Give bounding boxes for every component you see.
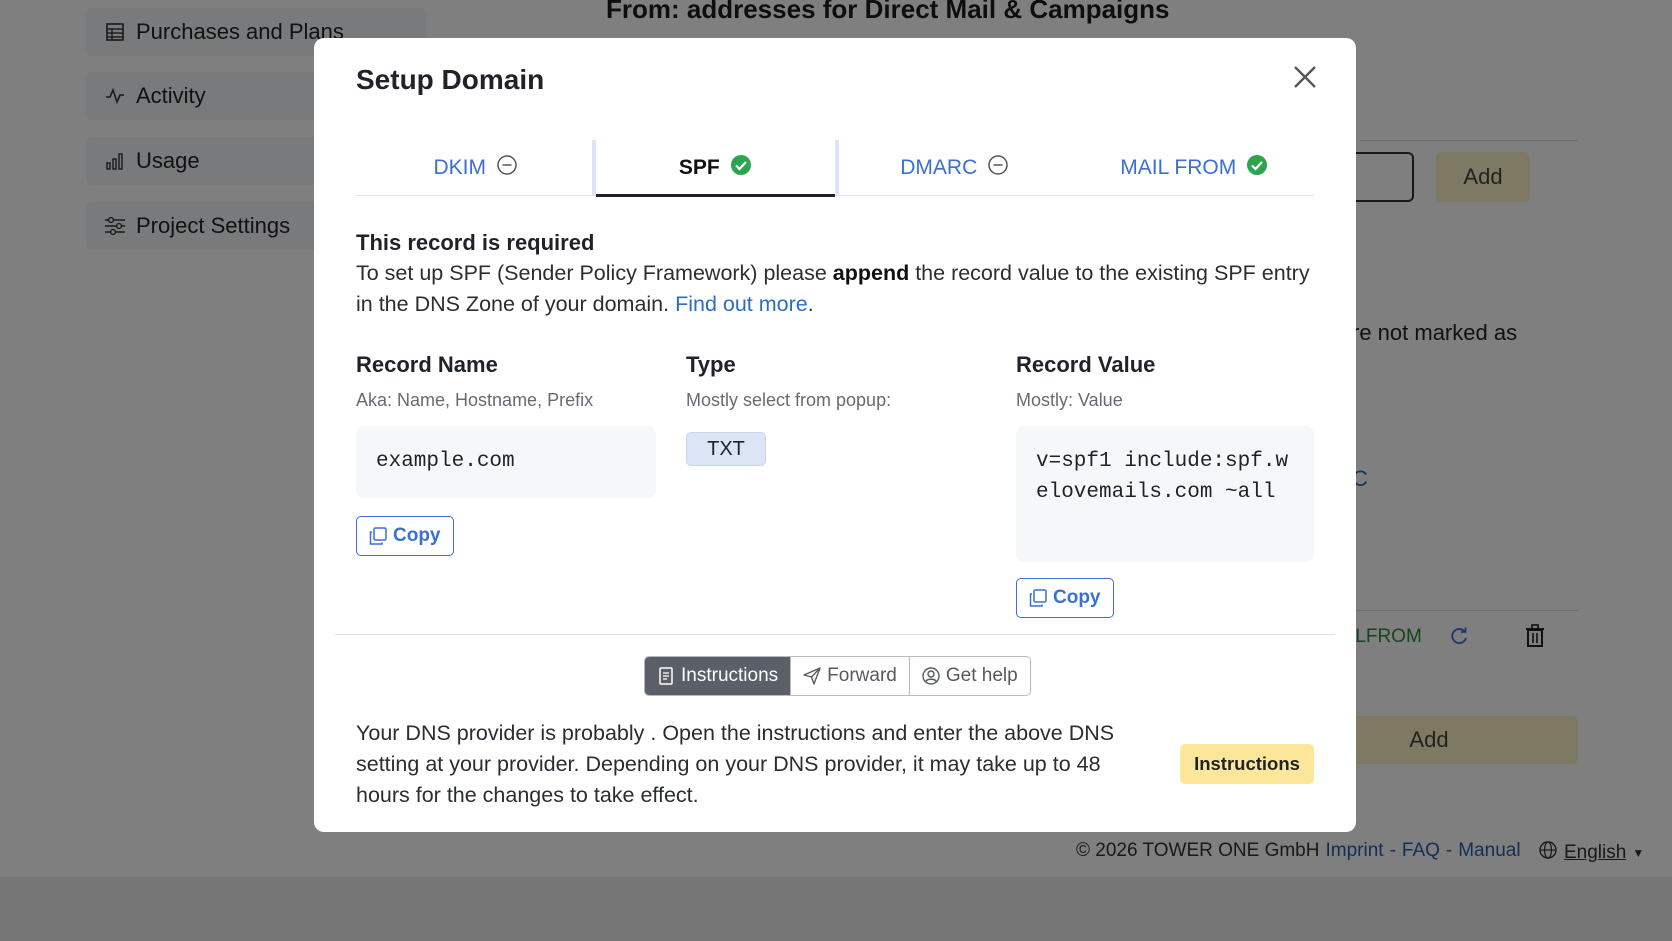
description-text: . — [807, 292, 814, 316]
tab-label: DMARC — [900, 155, 978, 179]
record-value-value[interactable]: v=spf1 include:spf.welovemails.com ~all — [1016, 426, 1314, 562]
copy-label: Copy — [1053, 587, 1101, 608]
type-hint: Mostly select from popup: — [686, 390, 892, 410]
record-name-value[interactable]: example.com — [356, 426, 656, 498]
help-segmented-control: Instructions Forward Get help — [644, 656, 1031, 696]
close-icon — [1292, 64, 1318, 95]
tab-label: MAIL FROM — [1120, 155, 1237, 179]
minus-circle-icon — [496, 154, 518, 182]
record-value-label: Record Value — [1016, 352, 1156, 377]
spf-description: To set up SPF (Sender Policy Framework) … — [356, 258, 1316, 320]
close-button[interactable] — [1288, 62, 1322, 96]
check-circle-icon — [1246, 154, 1268, 182]
record-tabs: DKIM SPF DMARC MAIL FROM — [356, 140, 1315, 197]
type-label: Type — [686, 352, 736, 377]
instructions-segment[interactable]: Instructions — [645, 657, 792, 695]
tab-spf[interactable]: SPF — [591, 140, 839, 197]
segment-label: Instructions — [681, 665, 779, 686]
send-icon — [803, 667, 821, 685]
required-title: This record is required — [356, 230, 595, 255]
document-icon — [657, 667, 675, 685]
check-circle-icon — [730, 154, 752, 182]
copy-icon — [369, 527, 387, 545]
find-out-more-link[interactable]: Find out more — [675, 292, 808, 316]
tab-mail-from[interactable]: MAIL FROM — [1075, 140, 1315, 195]
copy-record-value-button[interactable]: Copy — [1016, 578, 1114, 618]
description-bold: append — [832, 261, 910, 285]
record-name-label: Record Name — [356, 352, 498, 377]
user-circle-icon — [922, 667, 940, 685]
provider-instructions-text: Your DNS provider is probably . Open the… — [356, 721, 1115, 807]
copy-record-name-button[interactable]: Copy — [356, 516, 454, 556]
tab-label: DKIM — [433, 155, 487, 179]
divider — [335, 634, 1335, 635]
copy-icon — [1029, 589, 1047, 607]
segment-label: Get help — [945, 665, 1018, 686]
record-value-hint: Mostly: Value — [1016, 390, 1123, 410]
tab-dmarc[interactable]: DMARC — [835, 140, 1075, 195]
get-help-segment[interactable]: Get help — [909, 657, 1030, 695]
forward-segment[interactable]: Forward — [791, 657, 910, 695]
dialog-title: Setup Domain — [356, 64, 545, 95]
setup-domain-dialog: Setup Domain DKIM SPF DMARC MAIL FROM Th… — [314, 38, 1356, 832]
minus-circle-icon — [987, 154, 1009, 182]
record-type-badge: TXT — [686, 432, 766, 466]
description-text: To set up SPF (Sender Policy Framework) … — [356, 261, 833, 285]
segment-label: Forward — [827, 665, 897, 686]
tab-dkim[interactable]: DKIM — [356, 140, 596, 195]
record-name-hint: Aka: Name, Hostname, Prefix — [356, 390, 594, 410]
instructions-button[interactable]: Instructions — [1180, 744, 1314, 784]
tab-label: SPF — [678, 155, 720, 179]
copy-label: Copy — [393, 525, 441, 546]
